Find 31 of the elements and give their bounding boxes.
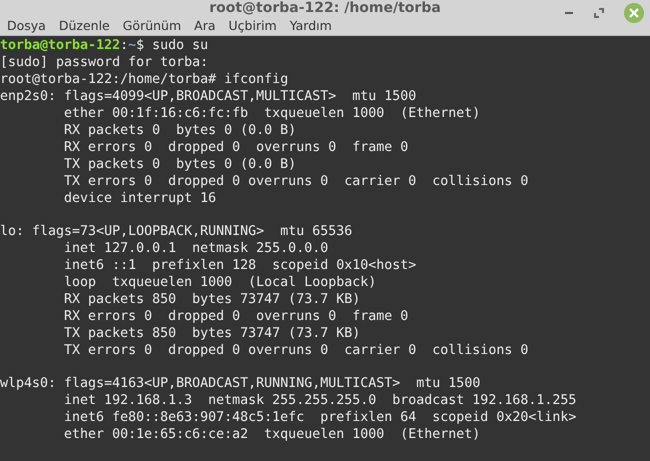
terminal-line: TX errors 0 dropped 0 overruns 0 carrier 0 collisions 0	[64, 342, 528, 360]
terminal-line: inet6 fe80::8e63:907:48c5:1efc prefixlen 64 scopeid 0x20<link>	[64, 410, 576, 428]
terminal-line: wlp4s0: flags=4163<UP,BROADCAST,RUNNING,MULTICAST> mtu 1500	[0, 376, 480, 394]
terminal-line: RX packets 850 bytes 73747 (73.7 KB)	[64, 292, 360, 309]
terminal-line: torba@torba-122:~$ sudo su	[0, 38, 208, 56]
terminal-line: lo: flags=73<UP,LOOPBACK,RUNNING> mtu 65536	[0, 224, 352, 242]
minimize-icon[interactable]	[564, 11, 574, 15]
window-title: root@torba-122: /home/torba	[209, 0, 441, 16]
terminal-line: loop txqueuelen 1000 (Local Loopback)	[64, 275, 376, 292]
terminal-line: ether 00:1e:65:c6:ce:a2 txqueuelen 1000 (Ethernet)	[64, 427, 480, 444]
menu-item[interactable]: Düzenle	[54, 16, 118, 36]
terminal-line: device interrupt 16	[64, 190, 216, 208]
menu-item[interactable]: Görünüm	[118, 16, 190, 36]
terminal-line: [sudo] password for torba:	[0, 55, 208, 72]
terminal-line: TX packets 850 bytes 73747 (73.7 KB)	[64, 326, 360, 343]
menu-item[interactable]: Ara	[189, 16, 224, 36]
terminal-line: TX packets 0 bytes 0 (0.0 B)	[64, 156, 296, 174]
terminal-line: inet 192.168.1.3 netmask 255.255.255.0 broadcast 192.168.1.255	[64, 393, 576, 410]
terminal-line: inet 127.0.0.1 netmask 255.0.0.0	[64, 241, 328, 258]
terminal-line: enp2s0: flags=4099<UP,BROADCAST,MULTICAST> mtu 1500	[0, 89, 416, 106]
menu-item[interactable]: Uçbirim	[224, 16, 285, 36]
terminal-line: inet6 ::1 prefixlen 128 scopeid 0x10<host>	[64, 258, 416, 276]
menu-item[interactable]: Dosya	[2, 16, 54, 36]
terminal-line: RX packets 0 bytes 0 (0.0 B)	[64, 122, 296, 140]
menu-item[interactable]: Yardım	[284, 16, 340, 36]
maximize-icon[interactable]	[594, 8, 604, 18]
terminal-line: ether 00:1f:16:c6:fc:fb txqueuelen 1000 (Ethernet)	[64, 106, 480, 123]
terminal-line: RX errors 0 dropped 0 overruns 0 frame 0	[64, 308, 408, 326]
terminal-line: RX errors 0 dropped 0 overruns 0 frame 0	[64, 140, 408, 157]
terminal-line: root@torba-122:/home/torba# ifconfig	[0, 72, 288, 90]
terminal-line: TX errors 0 dropped 0 overruns 0 carrier 0 collisions 0	[64, 174, 528, 191]
